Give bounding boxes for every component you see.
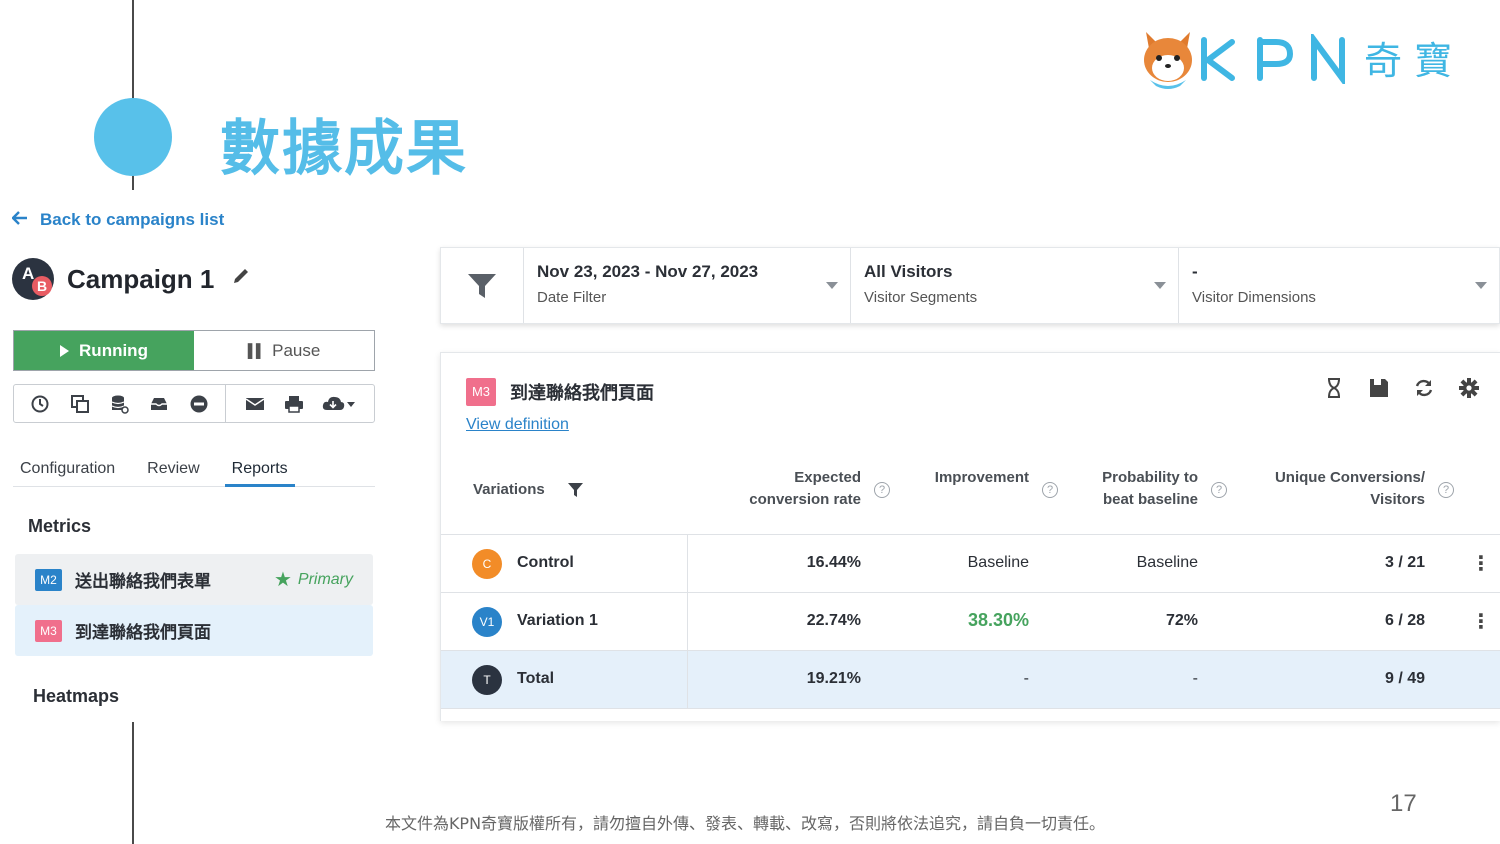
campaign-header: A B Campaign 1	[12, 258, 250, 300]
variation-badge: T	[472, 665, 502, 695]
report-panel: M3 到達聯絡我們頁面 View definition Variations E…	[440, 352, 1500, 721]
metric-name: 送出聯絡我們表單	[75, 572, 211, 592]
back-to-campaigns-link[interactable]: Back to campaigns list	[11, 210, 225, 230]
row-menu-icon[interactable]: ⋮	[1471, 609, 1491, 634]
save-icon[interactable]	[1368, 377, 1390, 399]
campaign-tabs: Configuration Review Reports	[13, 456, 375, 487]
chevron-down-icon	[1475, 282, 1487, 289]
table-row-total: T Total 19.21% - - 9 / 49	[441, 651, 1500, 709]
database-icon[interactable]	[108, 393, 130, 415]
copyright-footer: 本文件為KPN奇寶版權所有，請勿擅自外傳、發表、轉載、改寫，否則將依法追究，請自…	[384, 814, 1106, 833]
pause-icon: ▌▌	[247, 343, 265, 358]
probability-value: Baseline	[1136, 554, 1198, 571]
variation-name: Control	[517, 554, 574, 571]
expected-rate: 19.21%	[806, 670, 861, 687]
slide-title: 數據成果	[220, 114, 468, 184]
ab-test-avatar: A B	[12, 258, 54, 300]
tab-reports[interactable]: Reports	[224, 456, 295, 487]
metric-name: 到達聯絡我們頁面	[75, 623, 211, 643]
metric-item-m2[interactable]: M2 送出聯絡我們表單 ★ Primary	[15, 554, 373, 605]
metrics-heading: Metrics	[28, 516, 92, 536]
column-divider	[687, 535, 688, 592]
table-row: V1 Variation 1 22.74% 38.30% 72% 6 / 28 …	[441, 593, 1500, 651]
conversions-value: 9 / 49	[1384, 670, 1425, 687]
primary-tag: ★ Primary	[273, 569, 353, 591]
chevron-down-icon	[1154, 282, 1166, 289]
conversions-value: 3 / 21	[1384, 554, 1425, 571]
decorative-circle	[94, 98, 172, 176]
metric-badge: M3	[35, 619, 62, 642]
chevron-down-icon	[826, 282, 838, 289]
probability-value: 72%	[1165, 612, 1198, 629]
col-variations: Variations	[473, 481, 545, 498]
col-unique-conversions: Unique Conversions/ Visitors	[1274, 469, 1425, 508]
improvement-value: Baseline	[967, 554, 1029, 571]
heatmaps-heading: Heatmaps	[33, 686, 120, 706]
variations-filter-icon[interactable]	[567, 482, 584, 503]
variation-name: Total	[517, 670, 555, 687]
improvement-value: -	[1023, 670, 1029, 687]
running-button[interactable]: Running	[14, 331, 194, 370]
filter-funnel-icon[interactable]	[441, 248, 524, 323]
metric-badge: M2	[35, 568, 62, 591]
campaign-status-toggle: Running ▌▌ Pause	[13, 330, 375, 371]
gear-icon[interactable]	[1458, 377, 1480, 399]
tab-configuration[interactable]: Configuration	[13, 456, 122, 486]
report-title: 到達聯絡我們頁面	[510, 383, 654, 404]
row-menu-icon[interactable]: ⋮	[1471, 551, 1491, 576]
report-header: M3 到達聯絡我們頁面	[466, 378, 654, 406]
conversions-value: 6 / 28	[1384, 612, 1425, 629]
variation-badge: C	[472, 549, 502, 579]
print-icon[interactable]	[283, 393, 305, 415]
star-icon: ★	[273, 569, 292, 591]
expected-rate: 22.74%	[806, 612, 861, 629]
history-icon[interactable]	[29, 393, 51, 415]
refresh-icon[interactable]	[1413, 377, 1435, 399]
campaign-toolbar	[13, 384, 375, 423]
help-icon[interactable]: ?	[874, 482, 890, 498]
column-divider	[687, 593, 688, 650]
kpn-logo: 奇 寶	[1140, 26, 1496, 92]
report-tools	[1300, 377, 1480, 399]
help-icon[interactable]: ?	[1211, 482, 1227, 498]
edit-pencil-icon[interactable]	[232, 267, 250, 291]
col-probability: Probability to beat baseline	[1102, 469, 1198, 508]
page-number: 17	[1390, 790, 1417, 817]
back-link-label: Back to campaigns list	[40, 210, 225, 229]
shiba-mascot-icon	[1144, 32, 1192, 89]
col-improvement: Improvement	[934, 469, 1029, 486]
visitor-dimensions-dropdown[interactable]: - Visitor Dimensions	[1179, 248, 1499, 323]
visitor-segments-dropdown[interactable]: All Visitors Visitor Segments	[851, 248, 1179, 323]
view-definition-link[interactable]: View definition	[466, 416, 569, 434]
kpn-wordmark: 奇 寶	[1201, 34, 1452, 84]
probability-value: -	[1192, 670, 1198, 687]
mail-icon[interactable]	[244, 393, 266, 415]
play-icon	[60, 344, 70, 357]
campaign-name: Campaign 1	[67, 263, 215, 294]
cloud-download-icon[interactable]	[322, 393, 356, 415]
pause-button[interactable]: ▌▌ Pause	[194, 331, 374, 370]
stop-icon[interactable]	[188, 393, 210, 415]
improvement-value: 38.30%	[967, 610, 1029, 630]
variation-name: Variation 1	[517, 612, 598, 629]
variation-badge: V1	[472, 607, 502, 637]
results-table-header: Variations Expected conversion rate ? Im…	[441, 465, 1500, 535]
metric-item-m3[interactable]: M3 到達聯絡我們頁面	[15, 605, 373, 656]
duplicate-icon[interactable]	[69, 393, 91, 415]
col-expected-conversion: Expected conversion rate	[749, 469, 861, 508]
date-filter-dropdown[interactable]: Nov 23, 2023 - Nov 27, 2023 Date Filter	[524, 248, 851, 323]
svg-text:奇 寶: 奇 寶	[1364, 39, 1452, 83]
archive-icon[interactable]	[148, 393, 170, 415]
help-icon[interactable]: ?	[1438, 482, 1454, 498]
expected-rate: 16.44%	[806, 554, 861, 571]
column-divider	[687, 651, 688, 708]
table-row: C Control 16.44% Baseline Baseline 3 / 2…	[441, 535, 1500, 593]
report-filter-bar: Nov 23, 2023 - Nov 27, 2023 Date Filter …	[440, 247, 1500, 324]
arrow-left-icon	[11, 210, 28, 230]
hourglass-icon[interactable]	[1323, 377, 1345, 399]
metric-badge: M3	[466, 378, 496, 406]
tab-review[interactable]: Review	[140, 456, 206, 486]
